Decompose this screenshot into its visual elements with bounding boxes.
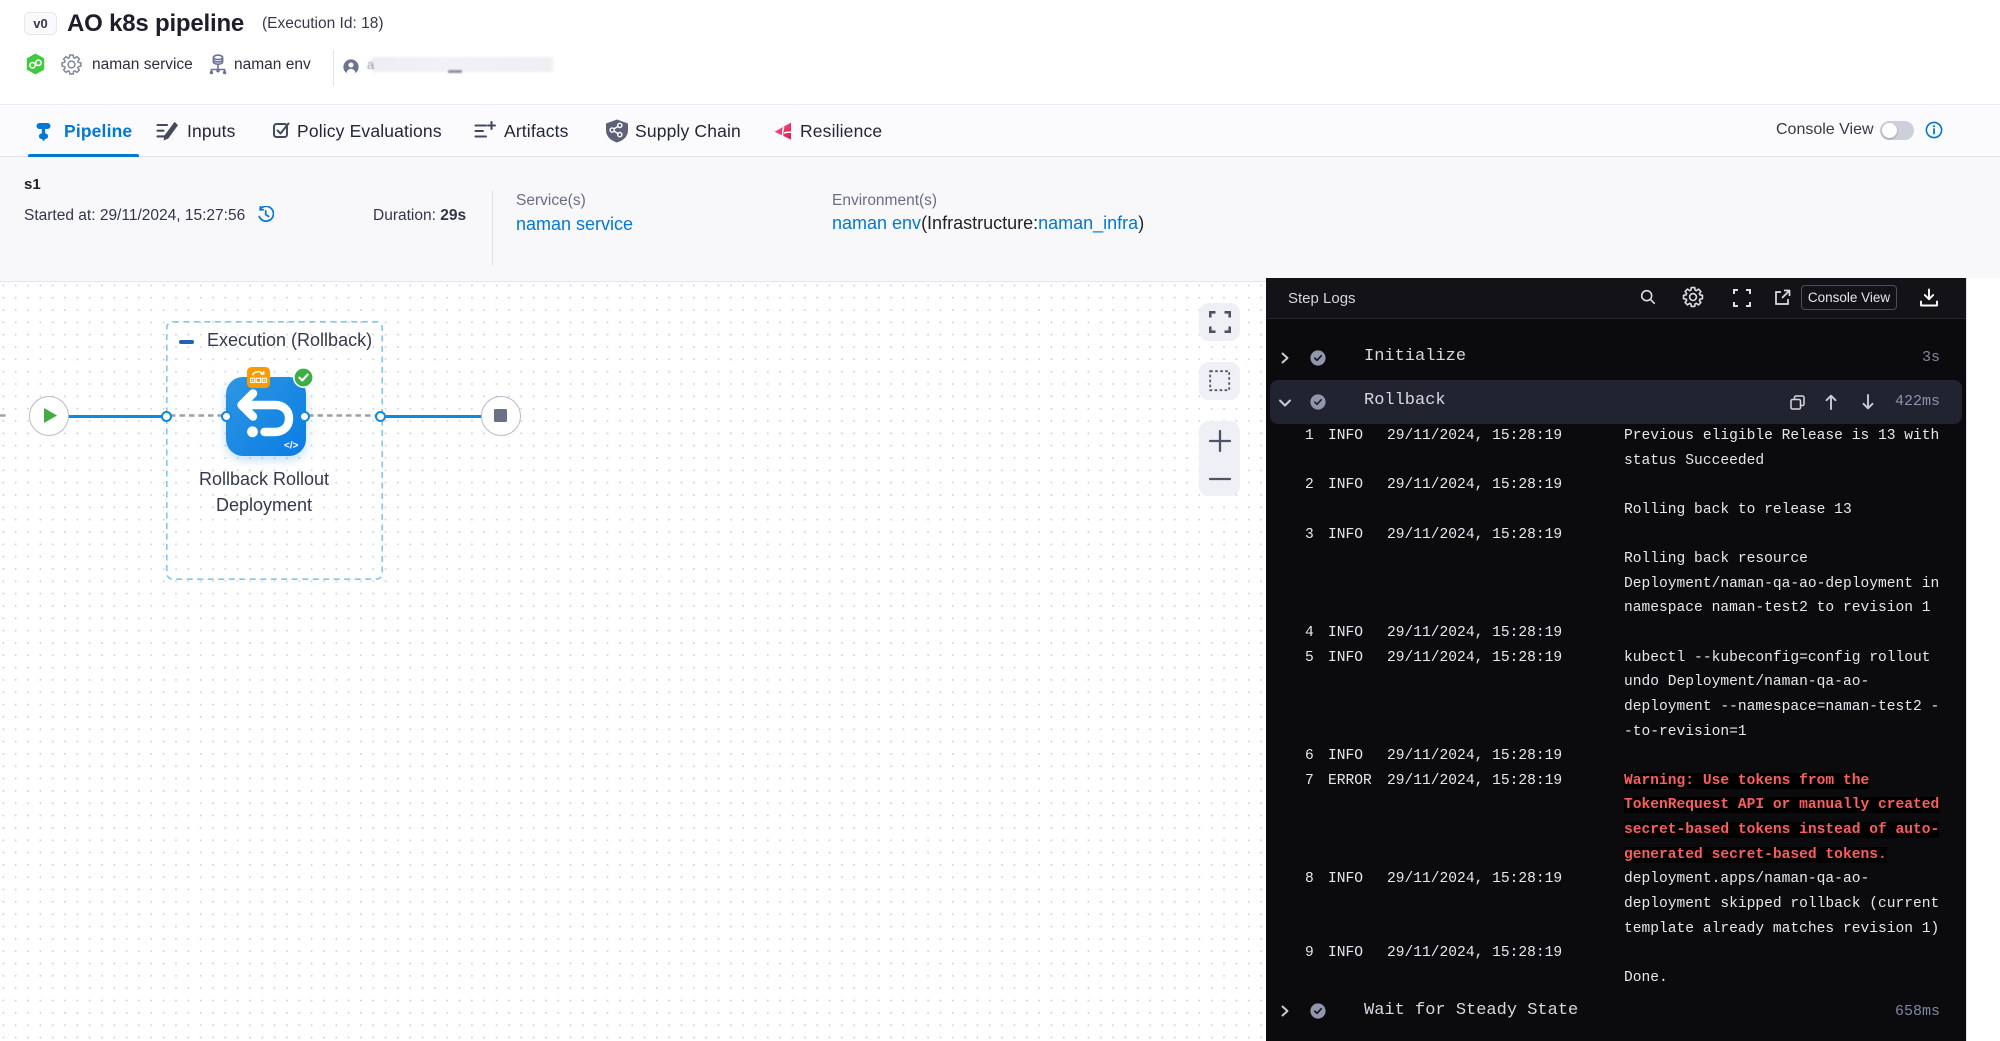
svg-text:</>: </> <box>284 441 299 452</box>
